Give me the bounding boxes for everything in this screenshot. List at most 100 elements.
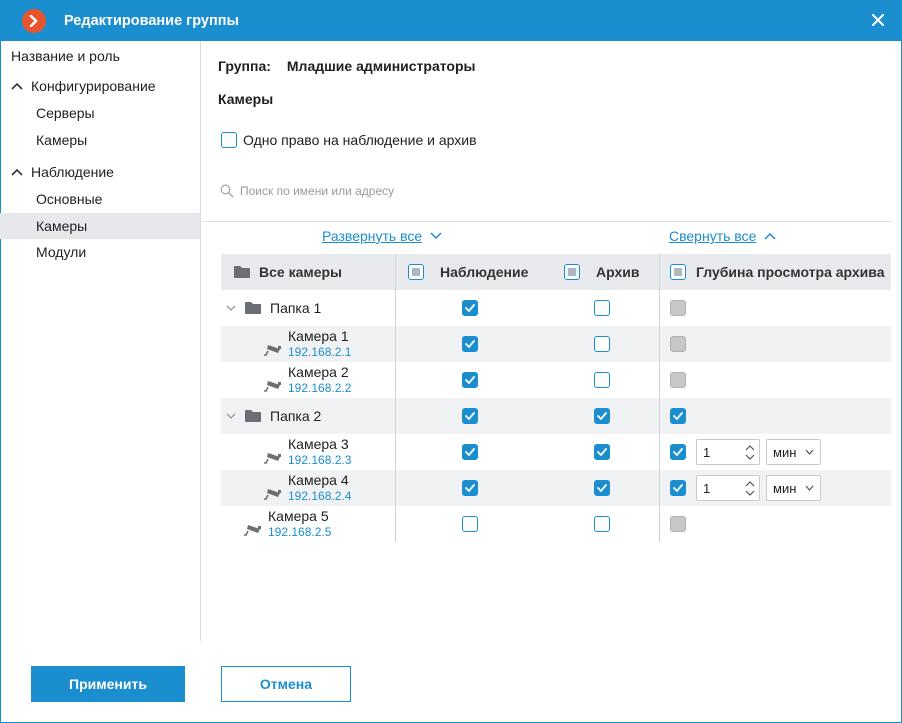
archive-checkbox[interactable]: [594, 300, 610, 316]
sidebar-item-label: Модули: [36, 244, 87, 260]
sidebar-item-label: Камеры: [36, 218, 88, 234]
archive-checkbox[interactable]: [594, 516, 610, 532]
camera-row[interactable]: Камера 3 192.168.2.3 1 мин: [221, 434, 891, 470]
sidebar-item-label: Основные: [36, 191, 103, 207]
search-box[interactable]: [220, 179, 880, 203]
stepper-arrows-icon[interactable]: [745, 441, 755, 463]
watch-cell: [462, 398, 478, 434]
header-watch-checkbox[interactable]: [408, 264, 424, 280]
archive-checkbox[interactable]: [594, 372, 610, 388]
name-cell: Папка 2: [224, 398, 321, 434]
collapse-all-link[interactable]: Свернуть все: [669, 228, 776, 244]
cancel-button[interactable]: Отмена: [221, 666, 351, 702]
camera-name: Камера 5: [268, 508, 329, 524]
expand-all-link[interactable]: Развернуть все: [322, 228, 442, 244]
archive-cell: [594, 434, 610, 470]
depth-value: 1: [703, 444, 711, 460]
checkbox-label: Одно право на наблюдение и архив: [243, 132, 477, 148]
camera-row[interactable]: Камера 5 192.168.2.5: [221, 506, 891, 542]
depth-checkbox[interactable]: [670, 444, 686, 460]
depth-value-stepper[interactable]: 1: [696, 475, 760, 501]
column-divider: [395, 254, 396, 542]
sidebar-item-config-cameras[interactable]: Камеры: [0, 127, 200, 153]
depth-cell: 1 мин: [670, 434, 821, 470]
camera-row[interactable]: Камера 2 192.168.2.2: [221, 362, 891, 398]
camera-row[interactable]: Камера 4 192.168.2.4 1 мин: [221, 470, 891, 506]
expand-all-label: Развернуть все: [322, 228, 423, 244]
sidebar-group-config[interactable]: Конфигурирование: [0, 73, 200, 99]
stepper-arrows-icon[interactable]: [745, 477, 755, 499]
watch-checkbox[interactable]: [462, 336, 478, 352]
camera-ip: 192.168.2.3: [288, 453, 352, 467]
archive-checkbox[interactable]: [594, 408, 610, 424]
depth-checkbox[interactable]: [670, 480, 686, 496]
folder-row[interactable]: Папка 2: [221, 398, 891, 434]
header-archive-checkbox[interactable]: [564, 264, 580, 280]
watch-checkbox[interactable]: [462, 480, 478, 496]
camera-icon: [263, 487, 283, 501]
sidebar: Название и роль Конфигурирование Серверы…: [0, 41, 201, 641]
name-cell: Камера 2 192.168.2.2: [263, 362, 351, 398]
camera-icon: [263, 343, 283, 357]
watch-cell: [462, 326, 478, 362]
header-archive[interactable]: Архив: [564, 254, 639, 290]
header-label: Глубина просмотра архива: [696, 264, 885, 280]
depth-checkbox: [670, 300, 686, 316]
depth-unit-select[interactable]: мин: [766, 439, 821, 465]
sidebar-item-label: Камеры: [36, 132, 88, 148]
header-all-cameras: Все камеры: [233, 254, 342, 290]
sidebar-item-modules[interactable]: Модули: [0, 239, 200, 265]
archive-checkbox[interactable]: [594, 444, 610, 460]
sidebar-item-basic[interactable]: Основные: [0, 186, 200, 212]
depth-unit-select[interactable]: мин: [766, 475, 821, 501]
camera-name: Камера 3: [288, 436, 349, 452]
sidebar-item-servers[interactable]: Серверы: [0, 100, 200, 126]
group-label: Группа:: [218, 58, 271, 74]
watch-checkbox[interactable]: [462, 408, 478, 424]
camera-ip: 192.168.2.5: [268, 525, 332, 539]
sidebar-item-watch-cameras[interactable]: Камеры: [0, 213, 200, 239]
depth-cell: [670, 290, 686, 326]
header-watch[interactable]: Наблюдение: [408, 254, 528, 290]
depth-unit-value: мин: [773, 480, 797, 496]
archive-checkbox[interactable]: [594, 336, 610, 352]
watch-cell: [462, 434, 478, 470]
header-depth[interactable]: Глубина просмотра архива: [670, 254, 885, 290]
archive-checkbox[interactable]: [594, 480, 610, 496]
section-title: Камеры: [218, 91, 274, 107]
watch-checkbox[interactable]: [462, 516, 478, 532]
sidebar-item-label: Серверы: [36, 105, 95, 121]
table-body: Папка 1 Камера 1 192.168.2.1 Камера 2 192.16…: [221, 290, 891, 542]
watch-checkbox[interactable]: [462, 372, 478, 388]
chevron-down-icon[interactable]: [224, 413, 238, 420]
camera-row[interactable]: Камера 1 192.168.2.1: [221, 326, 891, 362]
archive-cell: [594, 290, 610, 326]
search-input[interactable]: [240, 184, 840, 198]
sidebar-group-label: Наблюдение: [31, 164, 114, 180]
folder-row[interactable]: Папка 1: [221, 290, 891, 326]
header-depth-checkbox[interactable]: [670, 264, 686, 280]
archive-cell: [594, 506, 610, 542]
depth-cell: [670, 326, 686, 362]
search-icon: [220, 184, 234, 198]
watch-checkbox[interactable]: [462, 300, 478, 316]
apply-button[interactable]: Применить: [31, 666, 185, 702]
group-row: Группа: Младшие администраторы: [218, 58, 475, 74]
depth-value-stepper[interactable]: 1: [696, 439, 760, 465]
camera-name: Камера 2: [288, 364, 349, 380]
archive-cell: [594, 326, 610, 362]
single-right-checkbox[interactable]: Одно право на наблюдение и архив: [221, 132, 477, 148]
chevron-down-icon[interactable]: [224, 305, 238, 312]
close-button[interactable]: [868, 10, 888, 30]
depth-checkbox[interactable]: [670, 408, 686, 424]
sidebar-item-name-role[interactable]: Название и роль: [0, 43, 200, 69]
depth-cell: 1 мин: [670, 470, 821, 506]
archive-cell: [594, 398, 610, 434]
header-label: Все камеры: [259, 264, 343, 280]
watch-checkbox[interactable]: [462, 444, 478, 460]
depth-checkbox: [670, 336, 686, 352]
checkbox[interactable]: [221, 132, 237, 148]
camera-info: Камера 2 192.168.2.2: [288, 364, 351, 396]
chevron-down-icon: [805, 449, 814, 455]
sidebar-group-watch[interactable]: Наблюдение: [0, 159, 200, 185]
